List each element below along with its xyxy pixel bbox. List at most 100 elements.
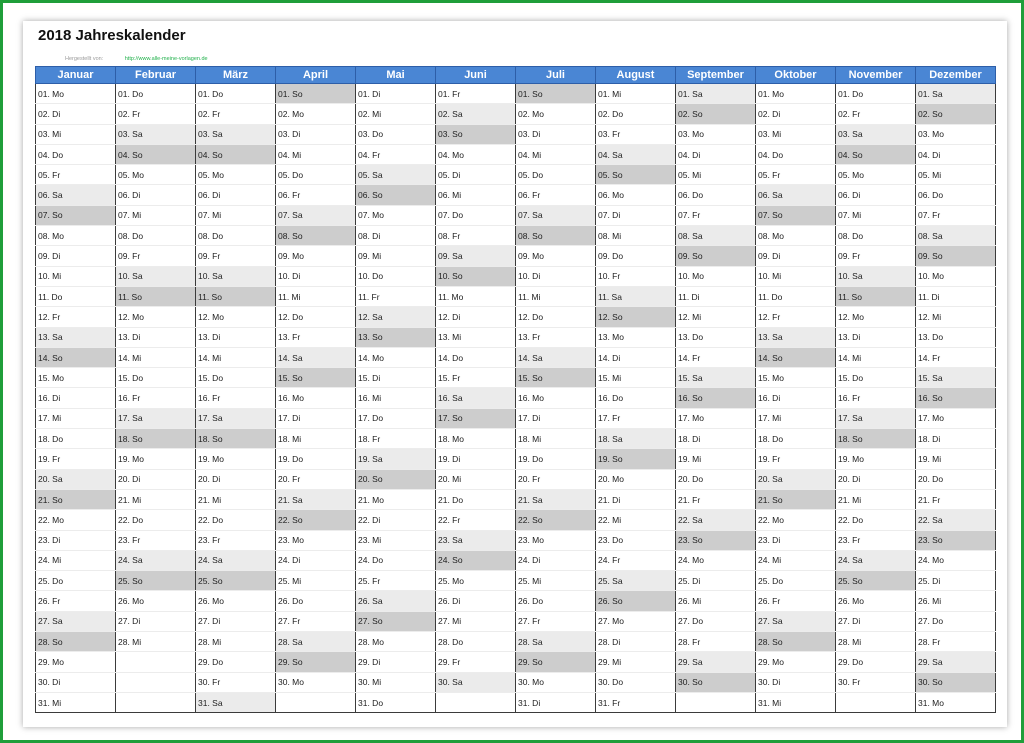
day-cell: 03. Do — [355, 124, 436, 145]
day-row: 18. Do 18. So 18. So 18. Mi 18. Fr 18. Mo 18. … — [35, 428, 996, 450]
day-row: 28. So 28. Mi 28. Mi 28. Sa 28. Mo 28. Do 28. … — [35, 631, 996, 653]
day-cell: 07. So — [755, 205, 836, 227]
day-cell: 02. Di — [755, 103, 836, 125]
day-cell: 09. So — [675, 245, 756, 267]
day-cell: 01. Sa — [915, 83, 996, 105]
day-cell: 18. Mo — [435, 428, 516, 450]
day-row: 19. Fr 19. Mo 19. Mo 19. Do 19. Sa 19. Di 19. … — [35, 448, 996, 470]
day-cell: 18. So — [115, 428, 196, 450]
day-row: 08. Mo 08. Do 08. Do 08. So 08. Di 08. Fr 08. … — [35, 225, 996, 247]
day-cell: 25. Sa — [595, 570, 676, 592]
day-cell: 05. Mo — [195, 164, 276, 186]
day-cell: 11. Di — [915, 286, 996, 308]
day-row: 17. Mi 17. Sa 17. Sa 17. Di 17. Do 17. So 17. … — [35, 408, 996, 430]
day-cell: 25. Di — [675, 570, 756, 592]
day-cell: 07. Sa — [515, 205, 596, 227]
day-row: 03. Mi 03. Sa 03. Sa 03. Di 03. Do 03. So 03. … — [35, 124, 996, 145]
month-header-4: April — [275, 66, 356, 84]
day-cell: 19. Mo — [835, 448, 916, 470]
day-cell: 13. Sa — [35, 327, 116, 348]
empty-cell — [115, 692, 196, 714]
day-cell: 17. Sa — [195, 408, 276, 430]
day-cell: 07. Mi — [195, 205, 276, 227]
day-cell: 26. Do — [515, 590, 596, 612]
day-cell: 02. Do — [595, 103, 676, 125]
day-cell: 20. Di — [835, 469, 916, 490]
day-cell: 10. Sa — [115, 266, 196, 287]
day-cell: 01. Mo — [755, 83, 836, 105]
day-cell: 02. Di — [35, 103, 116, 125]
day-cell: 14. Mo — [355, 347, 436, 369]
page-frame: 2018 Jahreskalender Hergestellt von: htt… — [0, 0, 1024, 743]
empty-cell — [115, 672, 196, 693]
day-cell: 12. Do — [515, 306, 596, 328]
day-cell: 09. Mo — [515, 245, 596, 267]
day-cell: 05. Sa — [355, 164, 436, 186]
day-cell: 03. Di — [515, 124, 596, 145]
day-cell: 07. Mi — [835, 205, 916, 227]
day-cell: 12. Fr — [35, 306, 116, 328]
day-cell: 27. Sa — [35, 611, 116, 633]
day-cell: 04. Fr — [355, 144, 436, 166]
day-cell: 15. Do — [115, 367, 196, 389]
day-cell: 15. Mo — [755, 367, 836, 389]
day-cell: 21. Fr — [675, 489, 756, 511]
day-cell: 24. Do — [355, 550, 436, 572]
day-cell: 10. Sa — [835, 266, 916, 287]
day-cell: 19. Do — [515, 448, 596, 470]
day-cell: 09. Do — [595, 245, 676, 267]
day-row: 27. Sa 27. Di 27. Di 27. Fr 27. So 27. Mi 27. … — [35, 611, 996, 633]
day-cell: 07. Do — [435, 205, 516, 227]
day-cell: 14. Mi — [115, 347, 196, 369]
day-cell: 10. Fr — [595, 266, 676, 287]
day-cell: 29. Mo — [755, 651, 836, 673]
day-row: 02. Di 02. Fr 02. Fr 02. Mo 02. Mi 02. Sa 02. … — [35, 103, 996, 125]
day-cell: 29. Di — [355, 651, 436, 673]
day-cell: 25. Mi — [515, 570, 596, 592]
day-cell: 21. Mi — [115, 489, 196, 511]
day-cell: 08. So — [275, 225, 356, 247]
day-cell: 29. Sa — [675, 651, 756, 673]
day-cell: 21. Sa — [275, 489, 356, 511]
day-cell: 07. Sa — [275, 205, 356, 227]
day-cell: 31. Fr — [595, 692, 676, 714]
page-title: 2018 Jahreskalender — [38, 27, 186, 44]
day-cell: 08. Do — [835, 225, 916, 247]
day-cell: 01. Di — [355, 83, 436, 105]
day-cell: 19. Di — [435, 448, 516, 470]
day-cell: 11. So — [195, 286, 276, 308]
day-cell: 01. Mo — [35, 83, 116, 105]
day-cell: 18. Fr — [355, 428, 436, 450]
month-header-row: Januar Februar März April Mai Juni Juli August S… — [35, 66, 996, 84]
day-cell: 07. Mi — [115, 205, 196, 227]
day-cell: 12. Mi — [915, 306, 996, 328]
day-cell: 09. Mo — [275, 245, 356, 267]
day-cell: 05. Di — [435, 164, 516, 186]
credit-link[interactable]: http://www.alle-meine-vorlagen.de — [125, 56, 208, 62]
day-cell: 25. Mo — [435, 570, 516, 592]
day-cell: 04. Mi — [515, 144, 596, 166]
day-cell: 13. Di — [115, 327, 196, 348]
day-cell: 12. Do — [275, 306, 356, 328]
day-cell: 29. Fr — [435, 651, 516, 673]
day-cell: 30. Mo — [515, 672, 596, 693]
day-cell: 13. Do — [675, 327, 756, 348]
day-cell: 18. So — [195, 428, 276, 450]
day-cell: 28. Do — [435, 631, 516, 653]
day-cell: 19. Sa — [355, 448, 436, 470]
day-cell: 25. Fr — [355, 570, 436, 592]
day-row: 20. Sa 20. Di 20. Di 20. Fr 20. So 20. Mi 20. … — [35, 469, 996, 490]
day-cell: 01. So — [515, 83, 596, 105]
day-cell: 30. Sa — [435, 672, 516, 693]
day-cell: 30. Mo — [275, 672, 356, 693]
day-cell: 18. So — [835, 428, 916, 450]
day-cell: 10. Mi — [755, 266, 836, 287]
day-cell: 11. Fr — [355, 286, 436, 308]
day-cell: 14. Mi — [195, 347, 276, 369]
day-cell: 02. Fr — [835, 103, 916, 125]
day-cell: 23. Mi — [355, 530, 436, 551]
day-cell: 23. Do — [595, 530, 676, 551]
day-cell: 16. Sa — [435, 387, 516, 409]
day-row: 01. Mo 01. Do 01. Do 01. So 01. Di 01. Fr 01. … — [35, 83, 996, 105]
day-row: 24. Mi 24. Sa 24. Sa 24. Di 24. Do 24. So 24. … — [35, 550, 996, 572]
